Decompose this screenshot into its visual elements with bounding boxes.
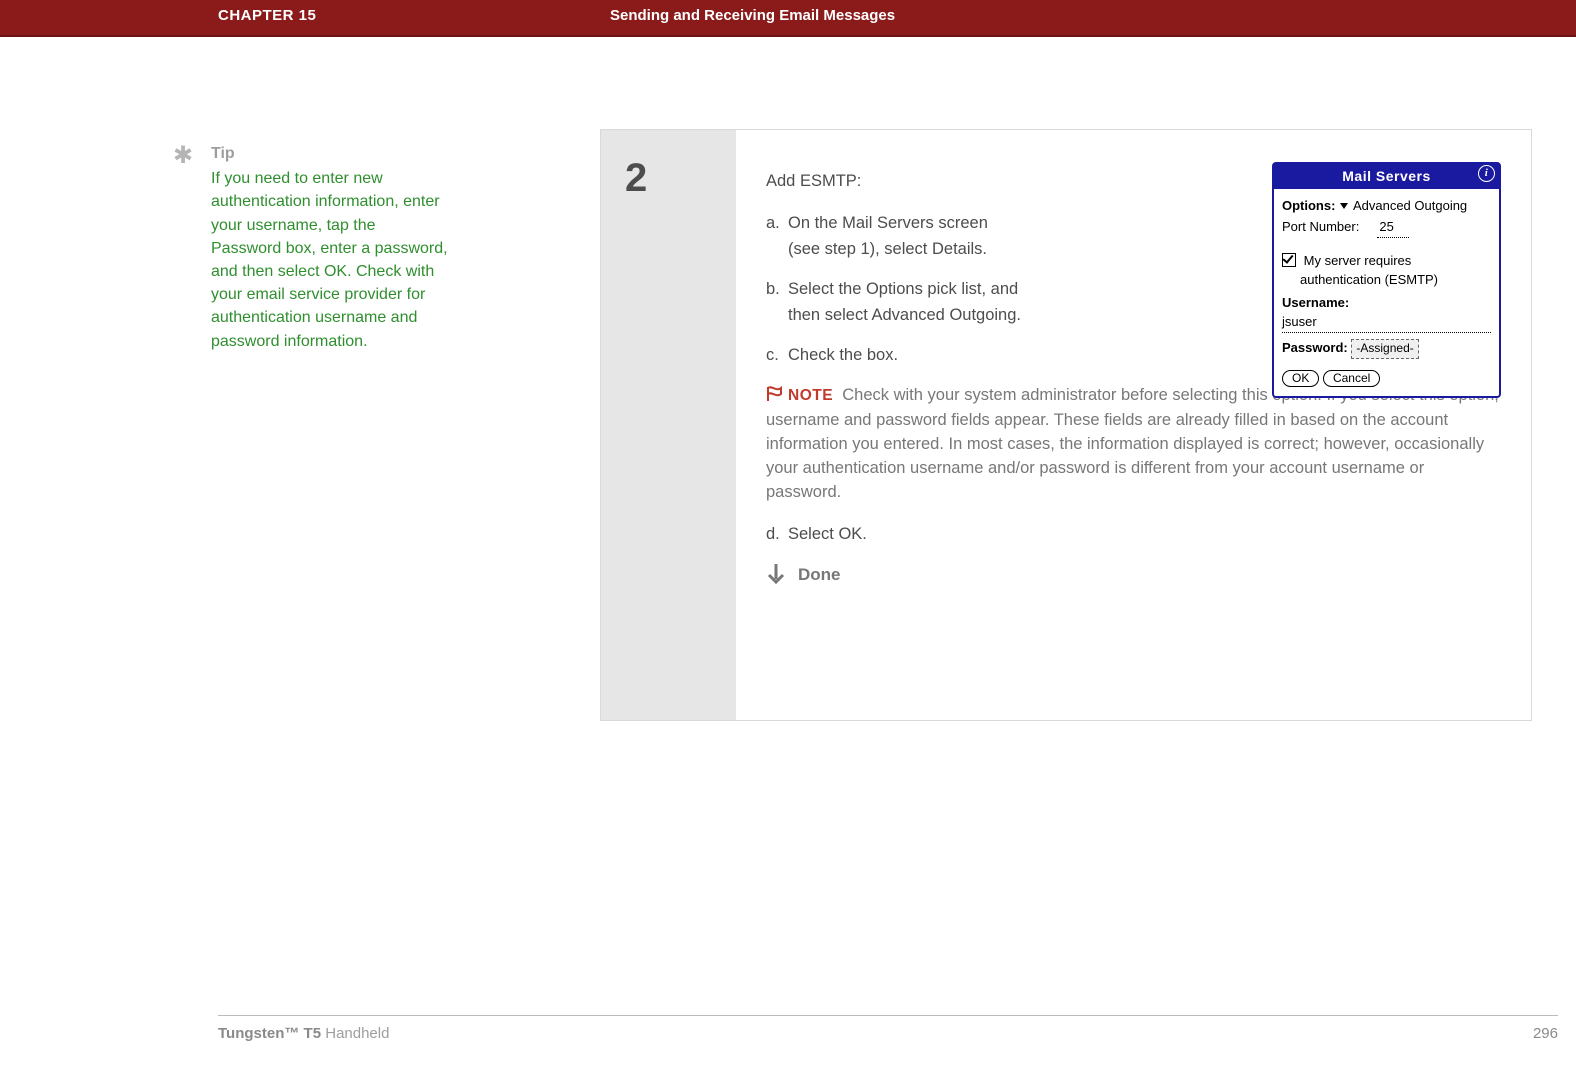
note-flag-icon [766, 386, 784, 410]
password-label: Password: [1282, 340, 1348, 355]
substep-a-line1: On the Mail Servers screen [788, 214, 988, 232]
username-field[interactable]: jsuser [1282, 314, 1317, 329]
substep-c: c.Check the box. [766, 344, 1146, 368]
tip-sidebar: ✱ Tip If you need to enter new authentic… [173, 142, 448, 353]
esmtp-checkbox[interactable] [1282, 253, 1296, 267]
footer-rule [218, 1015, 1558, 1016]
down-arrow-icon [766, 563, 786, 593]
esmtp-text-line1: My server requires [1304, 253, 1412, 268]
done-label: Done [798, 565, 841, 584]
note-text: Check with your system administrator bef… [766, 386, 1499, 502]
chapter-header-bar: CHAPTER 15 Sending and Receiving Email M… [0, 0, 1576, 37]
chapter-title: Sending and Receiving Email Messages [610, 7, 895, 24]
substep-b-line1: Select the Options pick list, and [788, 280, 1018, 298]
ok-button[interactable]: OK [1282, 370, 1319, 387]
substep-b-letter: b. [766, 278, 788, 302]
chapter-label: CHAPTER 15 [218, 7, 316, 24]
dropdown-icon[interactable] [1340, 203, 1348, 209]
substep-d-text: Select OK. [788, 525, 867, 543]
substep-d-letter: d. [766, 523, 788, 547]
substep-b-cont: then select Advanced Outgoing. [766, 304, 1168, 328]
options-value[interactable]: Advanced Outgoing [1353, 198, 1467, 213]
substep-d: d.Select OK. [766, 523, 1146, 547]
mail-servers-dialog: Mail Servers i Options: Advanced Outgoin… [1272, 162, 1501, 398]
substep-a-letter: a. [766, 212, 788, 236]
product-name-bold: Tungsten™ T5 [218, 1025, 321, 1042]
note-block: NOTE Check with your system administrato… [766, 384, 1503, 506]
tip-label: Tip [211, 145, 235, 162]
tip-body: If you need to enter new authentication … [211, 167, 448, 353]
step-box: 2 Mail Servers i Options: Advanced Outgo… [600, 129, 1532, 721]
substep-c-text: Check the box. [788, 346, 898, 364]
port-label: Port Number: [1282, 219, 1359, 234]
asterisk-icon: ✱ [173, 139, 193, 174]
page-footer: Tungsten™ T5 Handheld 296 [218, 1025, 1558, 1042]
note-label: NOTE [788, 387, 833, 404]
esmtp-text-line2: authentication (ESMTP) [1300, 272, 1438, 287]
product-name: Tungsten™ T5 Handheld [218, 1025, 389, 1042]
step-content: Mail Servers i Options: Advanced Outgoin… [736, 130, 1531, 623]
substep-a: a.On the Mail Servers screen [766, 212, 1146, 236]
cancel-button[interactable]: Cancel [1323, 370, 1380, 387]
substep-b: b.Select the Options pick list, and [766, 278, 1146, 302]
options-label: Options: [1282, 198, 1335, 213]
step-number-column: 2 [601, 130, 736, 720]
product-name-rest: Handheld [321, 1025, 389, 1042]
substep-a-cont: (see step 1), select Details. [766, 238, 1168, 262]
port-number-field[interactable]: 25 [1377, 218, 1409, 238]
page-number: 296 [1533, 1025, 1558, 1042]
username-label: Username: [1282, 295, 1349, 310]
dialog-titlebar: Mail Servers i [1274, 164, 1499, 189]
done-row: Done [766, 563, 1503, 593]
info-icon[interactable]: i [1478, 165, 1495, 182]
password-field[interactable]: -Assigned- [1351, 339, 1418, 358]
dialog-title: Mail Servers [1342, 168, 1431, 184]
step-number: 2 [601, 130, 736, 201]
substep-c-letter: c. [766, 344, 788, 368]
